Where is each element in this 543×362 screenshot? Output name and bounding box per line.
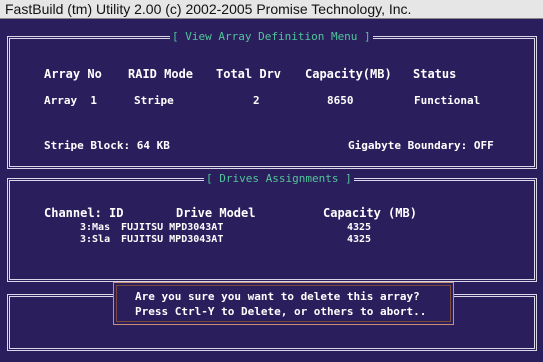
capacity-value: 8650 xyxy=(327,94,354,107)
drives-assignments-panel-title: [ Drives Assignments ] xyxy=(204,172,354,186)
raid-mode-value: Stripe xyxy=(134,94,174,107)
status-value: Functional xyxy=(414,94,481,107)
drive-channel: 3:Mas xyxy=(80,222,111,233)
drive-model: FUJITSU MPD3043AT xyxy=(121,234,224,245)
dialog-line-2: Press Ctrl-Y to Delete, or others to abo… xyxy=(135,305,427,318)
header-raid-mode: RAID Mode xyxy=(128,67,194,81)
array-definition-panel-title: [ View Array Definition Menu ] xyxy=(170,30,373,44)
header-channel-id: Channel: ID xyxy=(44,206,124,220)
header-status: Status xyxy=(413,67,457,81)
header-array-no: Array No xyxy=(44,67,102,81)
header-drive-model: Drive Model xyxy=(176,206,256,220)
drive-row[interactable]: 3:Mas FUJITSU MPD3043AT 4325 xyxy=(10,222,534,234)
drives-assignments-panel: [ Drives Assignments ] Channel: ID Drive… xyxy=(7,172,537,282)
array-row[interactable]: Array 1 Stripe 2 8650 Functional xyxy=(10,94,534,110)
array-definition-panel: [ View Array Definition Menu ] Array No … xyxy=(7,30,537,169)
total-drv-value: 2 xyxy=(253,94,260,107)
gigabyte-boundary: Gigabyte Boundary: OFF xyxy=(348,139,494,152)
header-drive-capacity: Capacity (MB) xyxy=(323,206,417,220)
header-total-drv: Total Drv xyxy=(216,67,282,81)
drive-model: FUJITSU MPD3043AT xyxy=(121,222,224,233)
stripe-block: Stripe Block: 64 KB xyxy=(44,139,170,152)
drive-capacity: 4325 xyxy=(347,222,372,233)
header-capacity: Capacity(MB) xyxy=(305,67,392,81)
drive-capacity: 4325 xyxy=(347,234,372,245)
delete-confirm-dialog[interactable]: Are you sure you want to delete this arr… xyxy=(113,282,454,325)
dialog-line-1: Are you sure you want to delete this arr… xyxy=(135,290,420,303)
drive-channel: 3:Sla xyxy=(80,234,111,245)
window-title: FastBuild (tm) Utility 2.00 (c) 2002-200… xyxy=(0,0,543,19)
array-no-value: Array 1 xyxy=(44,94,97,107)
drive-row[interactable]: 3:Sla FUJITSU MPD3043AT 4325 xyxy=(10,234,534,246)
